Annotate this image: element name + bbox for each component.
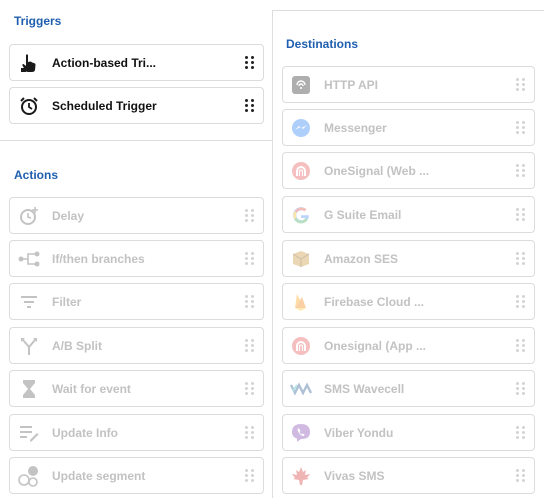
amazon-ses-icon xyxy=(290,248,312,270)
destination-vivas-sms[interactable]: Vivas SMS xyxy=(282,457,535,494)
http-api-icon xyxy=(290,74,312,96)
top-divider xyxy=(272,10,544,11)
google-icon xyxy=(290,204,312,226)
drag-handle-icon[interactable] xyxy=(516,207,526,222)
destination-label: SMS Wavecell xyxy=(324,381,405,396)
trigger-scheduled[interactable]: Scheduled Trigger xyxy=(9,87,264,124)
drag-handle-icon[interactable] xyxy=(516,120,526,135)
filter-icon xyxy=(18,291,40,313)
viber-icon xyxy=(290,422,312,444)
destination-messenger[interactable]: Messenger xyxy=(282,109,535,146)
drag-handle-icon[interactable] xyxy=(245,98,255,113)
split-icon xyxy=(18,335,40,357)
drag-handle-icon[interactable] xyxy=(245,338,255,353)
drag-handle-icon[interactable] xyxy=(516,251,526,266)
action-label: Filter xyxy=(52,294,82,309)
action-if-then-branches[interactable]: If/then branches xyxy=(9,240,264,277)
trigger-action-based[interactable]: Action-based Tri... xyxy=(9,44,264,81)
destination-http-api[interactable]: HTTP API xyxy=(282,66,535,103)
destination-label: G Suite Email xyxy=(324,207,402,222)
onesignal-icon xyxy=(290,160,312,182)
action-filter[interactable]: Filter xyxy=(9,283,264,320)
trigger-label: Scheduled Trigger xyxy=(52,98,157,113)
destination-label: HTTP API xyxy=(324,77,379,92)
section-divider xyxy=(0,140,272,141)
destination-label: Amazon SES xyxy=(324,251,399,266)
destination-amazon-ses[interactable]: Amazon SES xyxy=(282,240,535,277)
delay-icon xyxy=(18,205,40,227)
drag-handle-icon[interactable] xyxy=(516,468,526,483)
drag-handle-icon[interactable] xyxy=(516,425,526,440)
action-update-info[interactable]: Update Info xyxy=(9,414,264,451)
vivas-icon xyxy=(290,465,312,487)
destination-onesignal-app[interactable]: Onesignal (App ... xyxy=(282,327,535,364)
destination-label: Messenger xyxy=(324,120,387,135)
drag-handle-icon[interactable] xyxy=(245,208,255,223)
column-divider xyxy=(272,10,273,498)
action-label: If/then branches xyxy=(52,251,145,266)
alarm-clock-icon xyxy=(18,95,40,117)
wavecell-icon xyxy=(290,378,312,400)
destination-viber-yondu[interactable]: Viber Yondu xyxy=(282,414,535,451)
destination-label: Onesignal (App ... xyxy=(324,338,427,353)
action-ab-split[interactable]: A/B Split xyxy=(9,327,264,364)
drag-handle-icon[interactable] xyxy=(245,425,255,440)
action-delay[interactable]: Delay xyxy=(9,197,264,234)
drag-handle-icon[interactable] xyxy=(245,294,255,309)
drag-handle-icon[interactable] xyxy=(516,381,526,396)
action-label: Update Info xyxy=(52,425,118,440)
firebase-icon xyxy=(290,291,312,313)
drag-handle-icon[interactable] xyxy=(516,338,526,353)
drag-handle-icon[interactable] xyxy=(245,381,255,396)
destination-g-suite-email[interactable]: G Suite Email xyxy=(282,196,535,233)
drag-handle-icon[interactable] xyxy=(516,294,526,309)
destination-label: OneSignal (Web ... xyxy=(324,163,430,178)
destination-label: Viber Yondu xyxy=(324,425,394,440)
triggers-title: Triggers xyxy=(14,14,62,28)
actions-title: Actions xyxy=(14,168,59,182)
messenger-icon xyxy=(290,117,312,139)
drag-handle-icon[interactable] xyxy=(245,468,255,483)
drag-handle-icon[interactable] xyxy=(516,163,526,178)
destination-sms-wavecell[interactable]: SMS Wavecell xyxy=(282,370,535,407)
destination-firebase-cloud[interactable]: Firebase Cloud ... xyxy=(282,283,535,320)
action-label: Delay xyxy=(52,208,85,223)
drag-handle-icon[interactable] xyxy=(516,77,526,92)
trigger-label: Action-based Tri... xyxy=(52,55,157,70)
branches-icon xyxy=(18,248,40,270)
hand-pointer-icon xyxy=(18,52,40,74)
update-info-icon xyxy=(18,422,40,444)
action-update-segment[interactable]: Update segment xyxy=(9,457,264,494)
hourglass-icon xyxy=(18,378,40,400)
action-label: A/B Split xyxy=(52,338,102,353)
drag-handle-icon[interactable] xyxy=(245,55,255,70)
destination-label: Vivas SMS xyxy=(324,468,385,483)
segment-icon xyxy=(18,465,40,487)
action-label: Wait for event xyxy=(52,381,131,396)
action-wait-for-event[interactable]: Wait for event xyxy=(9,370,264,407)
action-label: Update segment xyxy=(52,468,146,483)
onesignal-icon xyxy=(290,335,312,357)
destination-label: Firebase Cloud ... xyxy=(324,294,425,309)
destinations-title: Destinations xyxy=(286,37,359,51)
drag-handle-icon[interactable] xyxy=(245,251,255,266)
destination-onesignal-web[interactable]: OneSignal (Web ... xyxy=(282,152,535,189)
